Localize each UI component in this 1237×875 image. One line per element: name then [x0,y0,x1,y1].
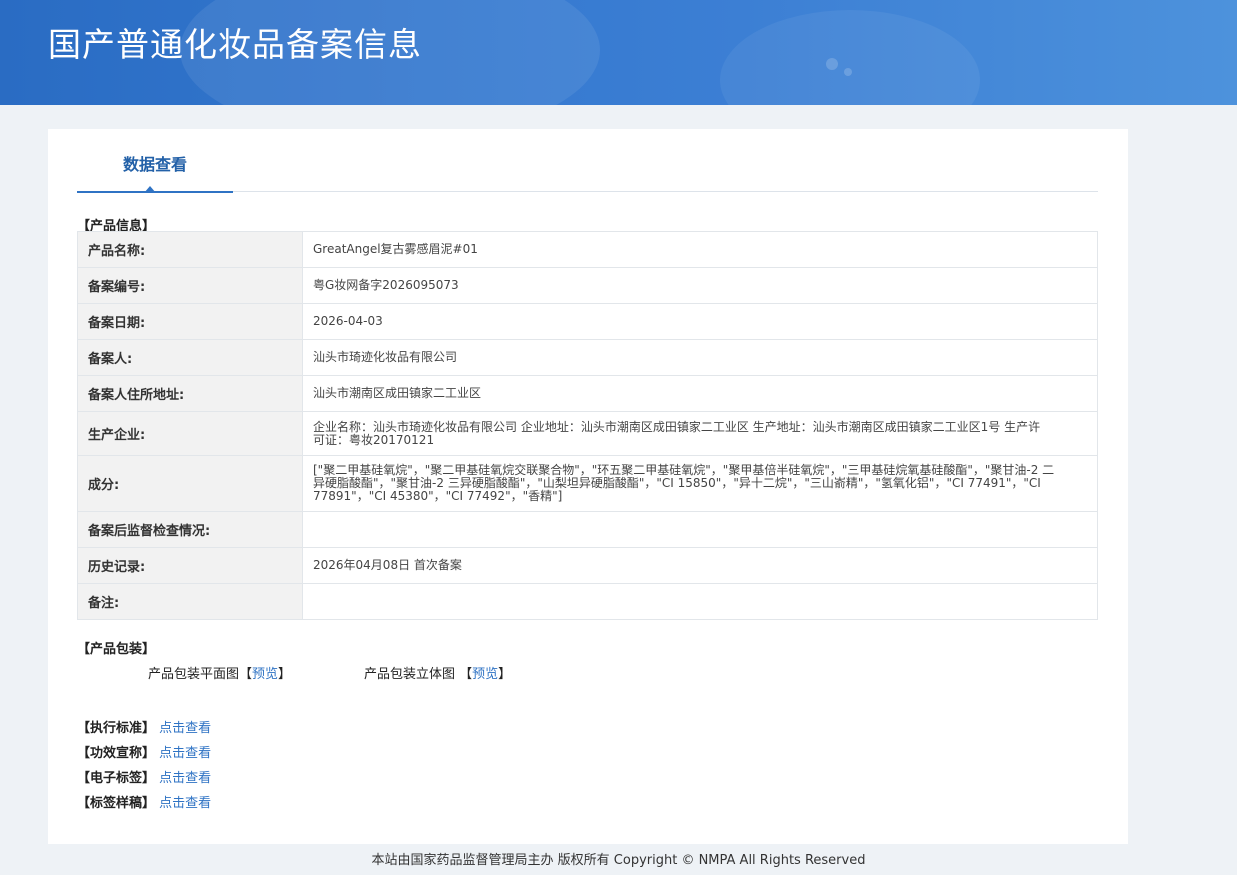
table-row: 生产企业: 企业名称：汕头市琦迹化妆品有限公司 企业地址：汕头市潮南区成田镇家二… [77,411,1098,456]
label-draft-row: 【标签样稿】 点击查看 [77,792,211,811]
tab-data-view[interactable]: 数据查看 [77,129,233,193]
row-value [302,583,1098,620]
table-row: 备案后监督检查情况: [77,511,1098,548]
caret-up-icon [144,186,156,193]
packaging-flat: 产品包装平面图【预览】 [148,663,291,682]
row-key: 备案后监督检查情况: [77,511,303,548]
standard-view-link[interactable]: 点击查看 [159,721,211,736]
row-key: 备案编号: [77,267,303,304]
row-key: 生产企业: [77,411,303,456]
tab-label: 数据查看 [122,155,187,174]
row-key: 产品名称: [77,231,303,268]
e-label-view-link[interactable]: 点击查看 [159,771,211,786]
efficacy-view-link[interactable]: 点击查看 [159,746,211,761]
e-label-row: 【电子标签】 点击查看 [77,767,211,786]
standard-label: 【执行标准】 [77,721,156,736]
row-key: 成分: [77,455,303,512]
row-value: 2026年04月08日 首次备案 [302,547,1098,584]
packaging-label: 【产品包装】 [77,642,156,657]
row-key: 备案人住所地址: [77,375,303,412]
row-key: 备案日期: [77,303,303,340]
tab-bar: 数据查看 [77,129,1098,193]
packaging-solid: 产品包装立体图 【预览】 [364,663,511,682]
row-value: 粤G妆网备字2026095073 [302,267,1098,304]
preview-solid-link[interactable]: 预览 [472,667,498,682]
table-row: 备案人: 汕头市琦迹化妆品有限公司 [77,339,1098,376]
standard-row: 【执行标准】 点击查看 [77,717,211,736]
e-label-label: 【电子标签】 [77,771,156,786]
table-row: 备案编号: 粤G妆网备字2026095073 [77,267,1098,304]
table-row: 成分: ["聚二甲基硅氧烷"，"聚二甲基硅氧烷交联聚合物"，"环五聚二甲基硅氧烷… [77,455,1098,512]
header-decoration [844,68,852,76]
header-decoration [826,58,838,70]
preview-flat-link[interactable]: 预览 [252,667,278,682]
table-row: 备注: [77,583,1098,620]
page-title: 国产普通化妆品备案信息 [48,25,422,64]
label-draft-view-link[interactable]: 点击查看 [159,796,211,811]
bracket-close: 】 [498,667,512,682]
row-key: 历史记录: [77,547,303,584]
table-row: 备案人住所地址: 汕头市潮南区成田镇家二工业区 [77,375,1098,412]
efficacy-row: 【功效宣称】 点击查看 [77,742,211,761]
label-draft-label: 【标签样稿】 [77,796,156,811]
row-value: ["聚二甲基硅氧烷"，"聚二甲基硅氧烷交联聚合物"，"环五聚二甲基硅氧烷"，"聚… [302,455,1098,512]
table-row: 历史记录: 2026年04月08日 首次备案 [77,547,1098,584]
row-value: 企业名称：汕头市琦迹化妆品有限公司 企业地址：汕头市潮南区成田镇家二工业区 生产… [302,411,1098,456]
row-value [302,511,1098,548]
bracket-close: 】 [278,667,292,682]
content-panel: 数据查看 【产品信息】 产品名称: GreatAngel复古雾感眉泥#01 备案… [48,129,1128,844]
row-key: 备案人: [77,339,303,376]
row-key: 备注: [77,583,303,620]
row-value: GreatAngel复古雾感眉泥#01 [302,231,1098,268]
page-header: 国产普通化妆品备案信息 [0,0,1237,105]
row-value: 汕头市琦迹化妆品有限公司 [302,339,1098,376]
packaging-solid-label: 产品包装立体图 【 [364,667,473,682]
product-info-table: 产品名称: GreatAngel复古雾感眉泥#01 备案编号: 粤G妆网备字20… [77,231,1098,620]
table-row: 备案日期: 2026-04-03 [77,303,1098,340]
footer-copyright: 本站由国家药品监督管理局主办 版权所有 Copyright © NMPA All… [371,853,866,868]
efficacy-label: 【功效宣称】 [77,746,156,761]
table-row: 产品名称: GreatAngel复古雾感眉泥#01 [77,231,1098,268]
row-value: 汕头市潮南区成田镇家二工业区 [302,375,1098,412]
header-decoration [720,10,980,105]
packaging-flat-label: 产品包装平面图【 [148,667,253,682]
row-value: 2026-04-03 [302,303,1098,340]
